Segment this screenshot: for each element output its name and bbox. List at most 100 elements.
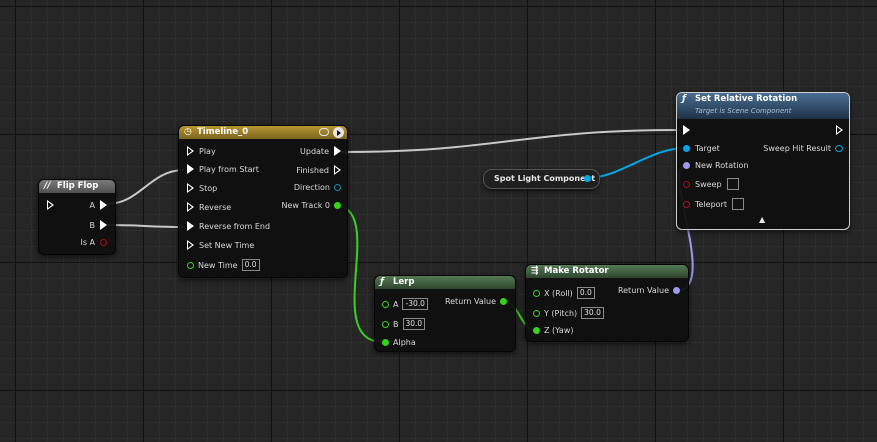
wire-spotlight-to-target	[586, 147, 686, 179]
make-rotator-title: Make Rotator	[544, 266, 609, 276]
timeline-input-row: Play from Start	[187, 164, 259, 174]
set-relative-rotation-node[interactable]: ƒ Set Relative Rotation Target is Scene …	[676, 92, 850, 230]
flip-flop-node[interactable]: // Flip Flop A B Is A	[38, 179, 116, 255]
update-label: Update	[300, 146, 329, 156]
out-a-label: A	[89, 200, 95, 210]
out-b-pin[interactable]	[100, 220, 107, 230]
timeline-input-exec-pin[interactable]	[187, 240, 194, 250]
autoplay-icon[interactable]	[333, 127, 344, 143]
out-b-label: B	[89, 220, 96, 230]
lerp-a-label: A	[393, 299, 399, 309]
wire-flipflop-a-to-play	[106, 169, 185, 205]
set-rotation-subtitle: Target is Scene Component	[695, 107, 792, 115]
lerp-header[interactable]: ƒ Lerp	[375, 276, 515, 289]
timeline-input-row: Reverse from End	[187, 221, 270, 231]
timeline-input-exec-pin[interactable]	[187, 146, 194, 156]
new-time-field[interactable]: 0.0	[241, 259, 260, 271]
make-rotator-header[interactable]: ⇶ Make Rotator	[526, 265, 688, 278]
update-pin[interactable]	[334, 146, 341, 156]
sweep-hit-result-label: Sweep Hit Result	[763, 144, 831, 153]
teleport-label: Teleport	[695, 199, 727, 209]
flip-flop-title: Flip Flop	[57, 181, 99, 191]
timeline-input-row: Play	[187, 146, 216, 156]
new-rotation-pin[interactable]	[683, 162, 690, 169]
wire-update-to-set-rotation	[340, 129, 681, 153]
timeline-input-label: Stop	[199, 183, 218, 193]
flip-flop-header[interactable]: // Flip Flop	[39, 180, 115, 193]
timeline-input-label: Reverse from End	[199, 221, 271, 231]
set-rotation-exec-out[interactable]	[836, 125, 843, 135]
new-track-label: New Track 0	[281, 201, 330, 210]
lerp-alpha-label: Alpha	[393, 338, 416, 347]
teleport-pin[interactable]	[683, 200, 690, 208]
target-pin[interactable]	[683, 145, 690, 152]
lerp-b-field[interactable]: 30.0	[402, 318, 426, 330]
spot-light-component-node[interactable]: Spot Light Component	[483, 169, 600, 189]
is-a-label: Is A	[80, 238, 95, 247]
pitch-label: Y (Pitch)	[544, 308, 578, 318]
timeline-input-exec-pin[interactable]	[187, 183, 194, 193]
yaw-label: Z (Yaw)	[544, 326, 574, 335]
timeline-input-exec-pin[interactable]	[187, 202, 194, 212]
lerp-b-label: B	[393, 319, 399, 329]
spot-light-out-pin[interactable]	[584, 175, 591, 182]
new-rotation-label: New Rotation	[695, 161, 749, 170]
timeline-input-label: Reverse	[199, 202, 232, 212]
direction-pin[interactable]	[334, 184, 341, 191]
timeline-header[interactable]: ◷ Timeline_0	[179, 126, 347, 139]
blueprint-graph[interactable]: // Flip Flop A B Is A ◷ Timeline_0 Play P…	[0, 0, 877, 442]
spot-light-label: Spot Light Component	[494, 174, 596, 183]
timeline-node[interactable]: ◷ Timeline_0 Play Play from Start Stop Reve…	[178, 125, 348, 278]
new-time-pin[interactable]	[187, 261, 194, 269]
timeline-input-row: Set New Time	[187, 240, 254, 250]
timeline-title: Timeline_0	[197, 127, 249, 137]
timeline-input-row: Reverse	[187, 202, 231, 212]
out-a-pin[interactable]	[100, 200, 107, 210]
is-a-pin[interactable]	[100, 239, 107, 246]
new-track-pin[interactable]	[334, 202, 341, 209]
target-label: Target	[695, 144, 720, 153]
clock-icon: ◷	[184, 127, 192, 137]
roll-field[interactable]: 0.0	[576, 287, 595, 299]
roll-label: X (Roll)	[544, 288, 573, 298]
set-rotation-title: Set Relative Rotation	[695, 94, 798, 104]
sweep-label: Sweep	[695, 179, 722, 189]
yaw-pin[interactable]	[533, 327, 540, 334]
make-struct-icon: ⇶	[531, 266, 539, 276]
direction-label: Direction	[293, 183, 330, 192]
sweep-pin[interactable]	[683, 180, 690, 188]
make-rotator-return-label: Return Value	[617, 286, 669, 295]
lerp-return-pin[interactable]	[500, 298, 507, 305]
sweep-hit-result-pin[interactable]	[835, 145, 843, 152]
exec-in-pin[interactable]	[47, 200, 54, 210]
new-time-label: New Time	[198, 260, 238, 270]
function-icon: ƒ	[682, 94, 686, 104]
pitch-field[interactable]: 30.0	[581, 307, 604, 319]
function-icon: ƒ	[380, 277, 384, 287]
finished-pin[interactable]	[334, 165, 341, 175]
wire-flipflop-b-to-reverse	[106, 224, 185, 228]
roll-pin[interactable]	[533, 289, 540, 297]
finished-label: Finished	[296, 165, 329, 175]
set-rotation-header[interactable]: ƒ Set Relative Rotation Target is Scene …	[677, 93, 849, 119]
lerp-node[interactable]: ƒ Lerp A -30.0 B 30.0 Alpha Return Value	[374, 275, 516, 352]
lerp-return-label: Return Value	[444, 297, 496, 306]
loop-icon[interactable]	[319, 128, 329, 141]
make-rotator-node[interactable]: ⇶ Make Rotator X (Roll) 0.0 Y (Pitch) 30…	[525, 264, 689, 342]
timeline-input-exec-pin[interactable]	[187, 221, 194, 231]
sweep-checkbox[interactable]	[726, 178, 739, 190]
lerp-title: Lerp	[393, 277, 415, 287]
timeline-input-label: Play	[199, 146, 216, 156]
lerp-a-field[interactable]: -30.0	[402, 298, 428, 310]
timeline-input-exec-pin[interactable]	[187, 164, 194, 174]
chevron-up-icon[interactable]: ▲	[759, 215, 765, 224]
lerp-a-pin[interactable]	[382, 300, 389, 308]
make-rotator-return-pin[interactable]	[673, 287, 680, 294]
teleport-checkbox[interactable]	[732, 198, 744, 210]
flip-flop-icon: //	[44, 181, 51, 191]
pitch-pin[interactable]	[533, 309, 540, 317]
timeline-input-row: Stop	[187, 183, 217, 193]
lerp-alpha-pin[interactable]	[382, 339, 389, 346]
set-rotation-exec-in[interactable]	[683, 125, 690, 135]
lerp-b-pin[interactable]	[382, 320, 389, 328]
